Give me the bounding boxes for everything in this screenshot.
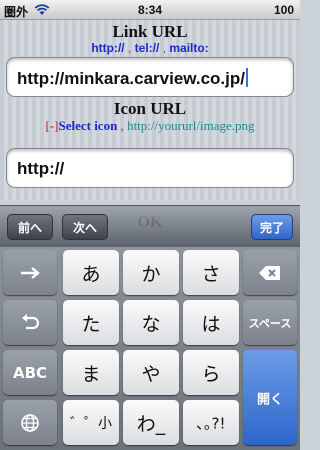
text-caret — [246, 68, 248, 87]
clock: 8:34 — [137, 3, 163, 17]
kana-key-ha-label: は — [201, 313, 221, 335]
icon-url-heading: Icon URL — [113, 99, 187, 118]
kana-key-ma-label: ま — [81, 363, 101, 385]
enter-key[interactable]: 開く — [243, 350, 297, 445]
link-url-input[interactable]: http://minkara.carview.co.jp/ — [6, 57, 294, 97]
kana-key-ha[interactable]: は — [183, 300, 239, 345]
kana-key-sa-label: さ — [201, 263, 221, 285]
kana-key-na-label: な — [141, 313, 161, 335]
arrow-right-icon — [21, 266, 40, 279]
kana-key-ta[interactable]: た — [63, 300, 119, 345]
kana-key-wa-label: わ_ — [136, 413, 166, 435]
status-bar: 圏外 8:34 100 — [0, 0, 300, 20]
kana-key-ya-label: や — [141, 363, 161, 385]
kana-key-a-label: あ — [81, 263, 101, 285]
undo-icon — [22, 313, 40, 329]
kana-key-ya[interactable]: や — [123, 350, 179, 395]
punctuation-key[interactable]: ､｡?! — [183, 400, 239, 445]
link-url-value: http://minkara.carview.co.jp/ — [17, 68, 248, 89]
icon-example-url: http://yoururl/image.png — [127, 118, 255, 133]
dakuten-small-key[interactable]: ゛゜小 — [63, 400, 119, 445]
select-icon-link[interactable]: Select icon — [58, 118, 117, 133]
undo-key[interactable] — [3, 300, 57, 345]
kana-key-ta-label: た — [81, 313, 101, 335]
icon-url-input[interactable]: http:// — [6, 148, 294, 188]
dakuten-small-key-label: ゛゜小 — [70, 415, 112, 432]
kana-key-ka-label: か — [141, 263, 161, 285]
kana-key-sa[interactable]: さ — [183, 250, 239, 295]
globe-icon — [21, 413, 39, 432]
hint-tel-link[interactable]: tel:// — [135, 41, 160, 55]
icon-url-value: http:// — [17, 159, 65, 178]
globe-key[interactable] — [3, 400, 57, 445]
hint-http-link[interactable]: http:// — [91, 41, 124, 55]
kana-key-ra[interactable]: ら — [183, 350, 239, 395]
kana-key-ka[interactable]: か — [123, 250, 179, 295]
japanese-kana-keyboard: あ か さ た な は スペース ABC ま や ら 開く ゛゜小 わ_ ､｡?… — [0, 247, 300, 450]
remove-icon-link[interactable]: [-] — [45, 118, 58, 133]
hint-mailto-link[interactable]: mailto: — [169, 41, 208, 55]
abc-key-label: ABC — [12, 363, 48, 382]
kana-key-na[interactable]: な — [123, 300, 179, 345]
space-key[interactable]: スペース — [243, 300, 297, 345]
form-page: Link URL http:// , tel:// , mailto: http… — [0, 20, 300, 200]
abc-key[interactable]: ABC — [3, 350, 57, 395]
keyboard-toolbar: 前へ 次へ 完了 — [0, 205, 300, 247]
link-hint-row: http:// , tel:// , mailto: — [91, 41, 209, 55]
done-button[interactable]: 完了 — [251, 214, 293, 240]
link-url-heading: Link URL — [112, 22, 188, 41]
kana-key-ma[interactable]: ま — [63, 350, 119, 395]
battery-percent: 100 — [273, 3, 294, 17]
backspace-icon — [259, 265, 280, 280]
kana-key-a[interactable]: あ — [63, 250, 119, 295]
icon-link-row: [-]Select icon , http://yoururl/image.pn… — [45, 118, 255, 133]
next-button[interactable]: 次へ — [62, 214, 108, 240]
arrow-right-key[interactable] — [3, 250, 57, 295]
punctuation-key-label: ､｡?! — [196, 414, 226, 432]
previous-button[interactable]: 前へ — [7, 214, 53, 240]
backspace-key[interactable] — [243, 250, 297, 295]
space-key-label: スペース — [248, 316, 292, 330]
kana-key-ra-label: ら — [201, 363, 221, 385]
kana-key-wa[interactable]: わ_ — [123, 400, 179, 445]
enter-key-label: 開く — [256, 392, 283, 407]
